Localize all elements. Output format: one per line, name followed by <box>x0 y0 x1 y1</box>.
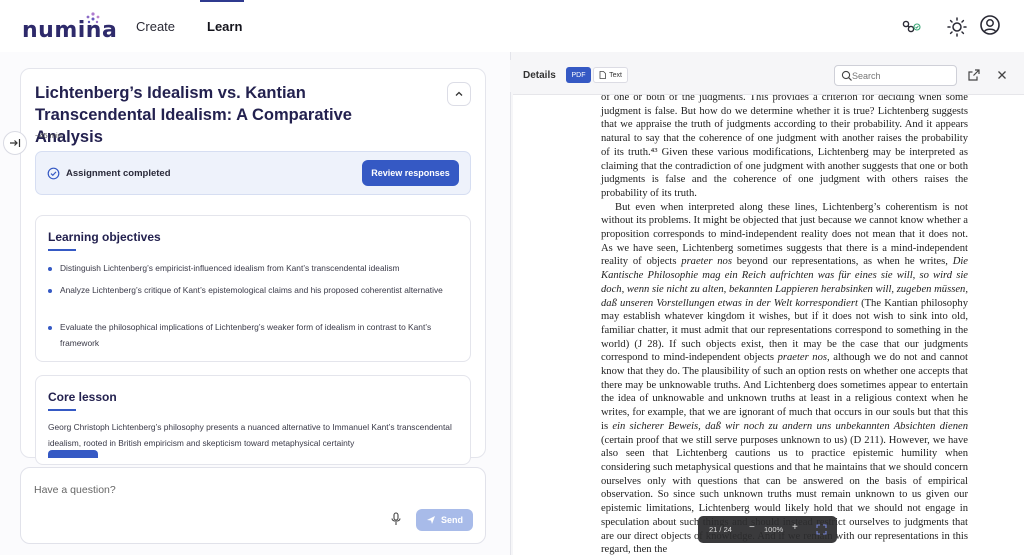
partially-hidden-button[interactable] <box>48 450 98 458</box>
user-account-icon[interactable] <box>979 14 1001 36</box>
active-tab-indicator <box>200 0 244 2</box>
open-external-icon[interactable] <box>967 68 981 82</box>
zoom-in-button[interactable]: + <box>792 522 798 533</box>
pdf-page-text: of one or both of the judgments. This pr… <box>601 94 968 555</box>
collapse-button[interactable] <box>447 82 471 106</box>
theme-sun-icon[interactable] <box>946 16 968 38</box>
lesson-title: Lichtenberg’s Idealism vs. Kantian Trans… <box>35 84 352 146</box>
question-input[interactable] <box>34 482 374 498</box>
send-button[interactable]: Send <box>416 509 473 531</box>
nav-learn[interactable]: Learn <box>207 19 242 34</box>
page-indicator: 21 / 24 <box>709 525 732 534</box>
chevron-up-icon <box>455 91 463 96</box>
zoom-out-button[interactable]: − <box>749 522 755 533</box>
question-composer <box>20 467 486 544</box>
send-icon <box>426 516 435 524</box>
search-input[interactable] <box>852 69 952 83</box>
logo-wordmark: numina <box>22 18 118 43</box>
expand-panel-icon <box>10 139 21 147</box>
objective-item: Analyze Lichtenberg’s critique of Kant’s… <box>48 283 458 299</box>
tab-pdf[interactable]: PDF <box>566 67 591 83</box>
pdf-page-toolbar: 21 / 24 − 100% + <box>698 516 837 543</box>
objective-text: Analyze Lichtenberg’s critique of Kant’s… <box>60 285 443 295</box>
pdf-paragraph: But even when interpreted along these li… <box>601 201 968 555</box>
assignment-status-text: Assignment completed <box>66 168 171 179</box>
bullet-icon <box>48 326 52 330</box>
review-responses-button[interactable]: Review responses <box>362 160 459 186</box>
objective-item: Evaluate the philosophical implications … <box>48 320 458 351</box>
pdf-viewer[interactable]: of one or both of the judgments. This pr… <box>513 94 1024 555</box>
connection-status-icon[interactable] <box>899 16 921 38</box>
core-lesson-text: Georg Christoph Lichtenberg’s philosophy… <box>48 422 452 448</box>
heading-underline <box>48 409 76 411</box>
microphone-icon[interactable] <box>390 512 402 526</box>
numina-logo[interactable]: numina <box>22 12 117 43</box>
tab-text-label: Text <box>609 71 622 79</box>
document-icon <box>599 71 606 79</box>
core-lesson-heading: Core lesson <box>48 390 117 404</box>
fullscreen-icon[interactable] <box>816 524 827 535</box>
learning-objectives-section: Learning objectives Distinguish Lichtenb… <box>35 215 471 362</box>
zoom-level: 100% <box>764 525 784 534</box>
send-label: Send <box>440 515 463 525</box>
bullet-icon <box>48 267 52 271</box>
details-heading: Details <box>523 70 556 81</box>
objective-text: Distinguish Lichtenberg’s empiricist-inf… <box>60 263 400 273</box>
objective-item: Distinguish Lichtenberg’s empiricist-inf… <box>48 261 458 277</box>
pdf-paragraph: of one or both of the judgments. This pr… <box>601 94 968 199</box>
sidebar-toggle-button[interactable] <box>3 131 27 155</box>
heading-underline <box>48 249 76 251</box>
tab-text[interactable]: Text <box>593 67 628 83</box>
objectives-heading: Learning objectives <box>48 230 161 244</box>
document-search[interactable] <box>834 65 957 86</box>
close-icon[interactable] <box>995 68 1009 82</box>
lesson-duration: ~45 min <box>35 131 62 140</box>
core-lesson-section: Core lesson Georg Christoph Lichtenberg’… <box>35 375 471 465</box>
check-circle-icon <box>47 167 60 180</box>
logo-dots-icon <box>86 12 100 24</box>
nav-create[interactable]: Create <box>136 19 175 34</box>
bullet-icon <box>48 289 52 293</box>
top-navigation-bar: numina Create Learn <box>0 0 1024 52</box>
objective-text: Evaluate the philosophical implications … <box>60 322 432 348</box>
